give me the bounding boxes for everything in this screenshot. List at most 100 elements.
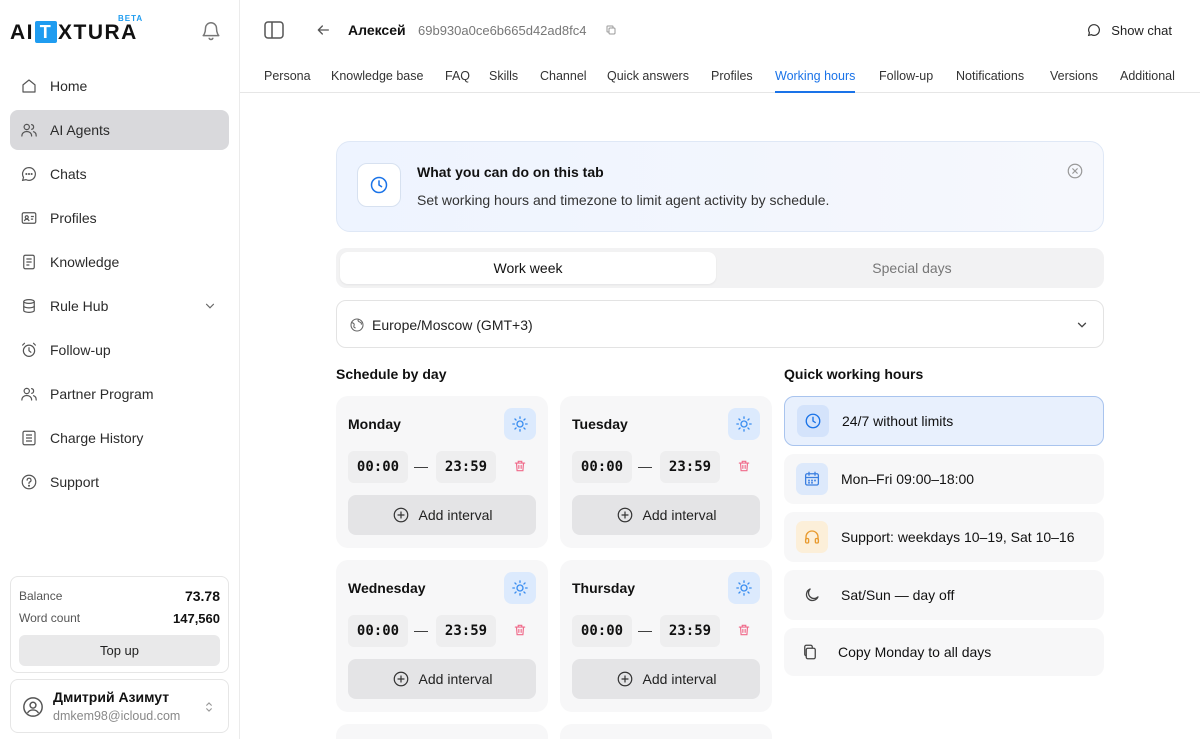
logo[interactable]: AI T XTURA BETA	[10, 14, 160, 46]
copy-icon[interactable]	[605, 24, 617, 36]
trash-icon[interactable]	[513, 459, 527, 473]
day-toggle[interactable]	[504, 572, 536, 604]
sidebar-item-label: Partner Program	[50, 386, 154, 402]
time-separator: —	[638, 458, 652, 474]
id-card-icon	[21, 212, 37, 224]
tab-working-hours[interactable]: Working hours	[775, 69, 856, 93]
quick-option-label: 24/7 without limits	[842, 413, 954, 429]
quick-option-24-7[interactable]: 24/7 without limits	[784, 396, 1104, 446]
users-icon	[21, 387, 37, 401]
tab-follow-up[interactable]: Follow-up	[879, 69, 933, 93]
add-interval-button[interactable]: Add interval	[348, 659, 536, 699]
sidebar-item-rule-hub[interactable]: Rule Hub	[10, 286, 229, 326]
week-mode-toggle: Work week Special days	[336, 248, 1104, 288]
sidebar-item-partner-program[interactable]: Partner Program	[10, 374, 229, 414]
tab-persona[interactable]: Persona	[264, 69, 311, 93]
tab-work-week[interactable]: Work week	[340, 252, 716, 284]
time-from-input[interactable]: 00:00	[572, 615, 632, 647]
sidebar-item-profiles[interactable]: Profiles	[10, 198, 229, 238]
show-chat-label: Show chat	[1111, 22, 1172, 38]
time-from-input[interactable]: 00:00	[348, 615, 408, 647]
tab-special-days[interactable]: Special days	[724, 252, 1100, 284]
sidebar-item-charge-history[interactable]: Charge History	[10, 418, 229, 458]
chat-bubble-icon	[1088, 24, 1101, 37]
quick-option-weekdays[interactable]: Mon–Fri 09:00–18:00	[784, 454, 1104, 504]
tab-quick-answers[interactable]: Quick answers	[607, 69, 689, 93]
day-card-wednesday: Wednesday 00:00 — 23:59 Add interval	[336, 560, 548, 712]
add-interval-label: Add interval	[642, 507, 717, 523]
sidebar-item-chats[interactable]: Chats	[10, 154, 229, 194]
close-icon[interactable]	[1066, 162, 1084, 180]
chevron-up-down-icon	[206, 702, 212, 712]
time-separator: —	[414, 458, 428, 474]
sidebar: AI T XTURA BETA Home AI Agents Chats Profi…	[0, 0, 240, 739]
trash-icon[interactable]	[737, 459, 751, 473]
timezone-value: Europe/Moscow (GMT+3)	[372, 317, 533, 333]
time-to-input[interactable]: 23:59	[660, 615, 720, 647]
info-description: Set working hours and timezone to limit …	[417, 192, 830, 208]
balance-value: 73.78	[184, 588, 220, 604]
cylinder-icon	[23, 299, 35, 313]
timezone-select[interactable]: Europe/Moscow (GMT+3)	[336, 300, 1104, 348]
top-bar: Алексей 69b930a0ce6b665d42ad8fc4 Show ch…	[240, 0, 1200, 60]
headphones-icon	[804, 530, 820, 544]
add-interval-button[interactable]: Add interval	[348, 495, 536, 535]
tab-channel[interactable]: Channel	[540, 69, 587, 93]
quick-option-label: Support: weekdays 10–19, Sat 10–16	[841, 529, 1075, 545]
tab-skills[interactable]: Skills	[489, 69, 518, 93]
tab-notifications[interactable]: Notifications	[956, 69, 1024, 93]
sidebar-item-support[interactable]: Support	[10, 462, 229, 502]
trash-icon[interactable]	[737, 623, 751, 637]
sidebar-item-label: Rule Hub	[50, 298, 109, 314]
alarm-icon	[22, 342, 36, 357]
logo-text: AI T XTURA	[10, 21, 138, 44]
sidebar-item-home[interactable]: Home	[10, 66, 229, 106]
plus-circle-icon	[617, 671, 632, 687]
quick-option-support[interactable]: Support: weekdays 10–19, Sat 10–16	[784, 512, 1104, 562]
sidebar-item-ai-agents[interactable]: AI Agents	[10, 110, 229, 150]
headphones-icon-box	[796, 521, 828, 553]
user-name: Дмитрий Азимут	[53, 689, 170, 705]
copy-monday-button[interactable]: Copy Monday to all days	[784, 628, 1104, 676]
tab-additional[interactable]: Additional	[1120, 69, 1175, 93]
tab-versions[interactable]: Versions	[1050, 69, 1098, 93]
arrow-left-icon[interactable]	[315, 22, 331, 38]
bell-icon[interactable]	[200, 20, 222, 42]
balance-card: Balance 73.78 Word count 147,560 Top up	[10, 576, 229, 673]
quick-option-label: Mon–Fri 09:00–18:00	[841, 471, 975, 487]
sun-icon	[512, 580, 528, 596]
time-to-input[interactable]: 23:59	[436, 615, 496, 647]
show-chat-button[interactable]: Show chat	[1086, 22, 1172, 38]
users-icon	[21, 123, 37, 137]
time-to-input[interactable]: 23:59	[660, 451, 720, 483]
top-up-button[interactable]: Top up	[19, 635, 220, 666]
trash-icon[interactable]	[513, 623, 527, 637]
time-to-input[interactable]: 23:59	[436, 451, 496, 483]
sidebar-item-label: Charge History	[50, 430, 144, 446]
copy-icon	[804, 644, 816, 660]
time-from-input[interactable]: 00:00	[348, 451, 408, 483]
quick-option-weekend-off[interactable]: Sat/Sun — day off	[784, 570, 1104, 620]
balance-label: Balance	[19, 589, 63, 603]
tab-profiles[interactable]: Profiles	[711, 69, 753, 93]
tab-faq[interactable]: FAQ	[445, 69, 470, 93]
chat-icon	[21, 167, 36, 182]
word-count-row: Word count 147,560	[19, 607, 220, 629]
time-from-input[interactable]: 00:00	[572, 451, 632, 483]
day-toggle[interactable]	[728, 572, 760, 604]
add-interval-button[interactable]: Add interval	[572, 659, 760, 699]
balance-row: Balance 73.78	[19, 585, 220, 607]
chevron-down-icon[interactable]	[203, 299, 217, 313]
sidebar-item-knowledge[interactable]: Knowledge	[10, 242, 229, 282]
clock-icon-box	[797, 405, 829, 437]
day-toggle[interactable]	[504, 408, 536, 440]
sidebar-item-label: Support	[50, 474, 100, 490]
add-interval-button[interactable]: Add interval	[572, 495, 760, 535]
sidebar-toggle-icon[interactable]	[264, 21, 284, 39]
info-banner: What you can do on this tab Set working …	[336, 141, 1104, 232]
sidebar-item-follow-up[interactable]: Follow-up	[10, 330, 229, 370]
day-card-saturday	[560, 724, 772, 739]
day-toggle[interactable]	[728, 408, 760, 440]
user-menu[interactable]: Дмитрий Азимут dmkem98@icloud.com	[10, 679, 229, 733]
tab-knowledge-base[interactable]: Knowledge base	[331, 69, 423, 93]
